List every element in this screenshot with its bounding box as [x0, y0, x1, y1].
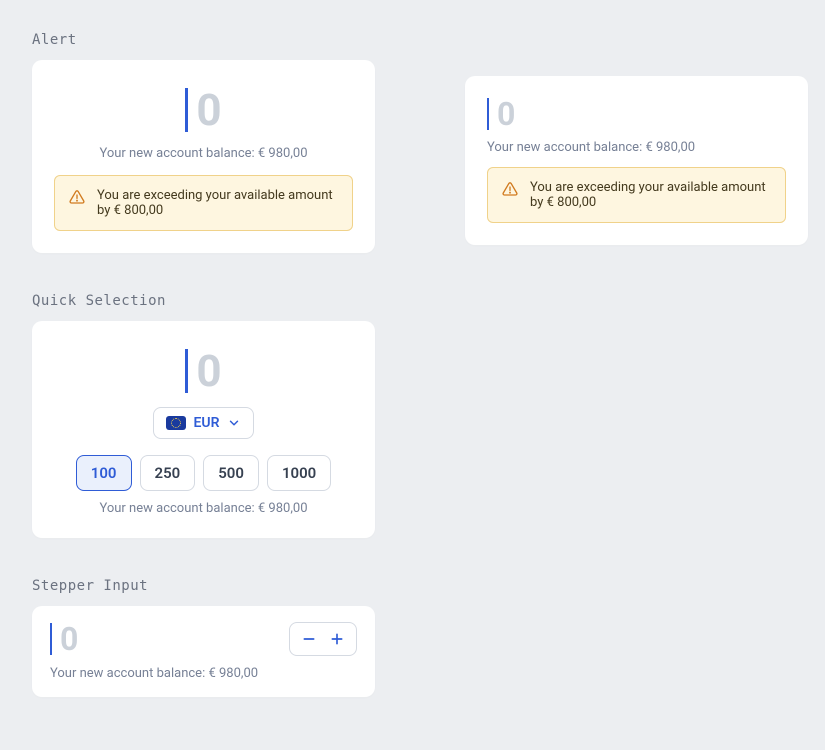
amount-input[interactable]: 0 — [487, 98, 515, 130]
warning-text: You are exceeding your available amount … — [97, 188, 338, 218]
stepper-minus-button[interactable] — [300, 630, 318, 648]
balance-line: Your new account balance: € 980,00 — [50, 666, 357, 681]
amount-card-quick: 0 EUR 100 250 500 1000 — [32, 321, 375, 538]
currency-code: EUR — [194, 415, 220, 431]
chevron-down-icon — [227, 416, 241, 430]
section-label-alert: Alert — [32, 32, 375, 48]
section-label-quick: Quick Selection — [32, 293, 793, 309]
amount-input[interactable]: 0 — [50, 623, 78, 655]
amount-input[interactable]: 0 — [185, 88, 221, 132]
balance-line: Your new account balance: € 980,00 — [54, 146, 353, 161]
stepper-plus-button[interactable] — [328, 630, 346, 648]
warning-alert: You are exceeding your available amount … — [487, 167, 786, 223]
amount-input[interactable]: 0 — [185, 349, 221, 393]
amount-card-alert: 0 Your new account balance: € 980,00 — [32, 60, 375, 253]
warning-icon — [69, 189, 85, 205]
quick-amount-button[interactable]: 250 — [140, 455, 196, 491]
amount-card-alert-compact: 0 Your new account balance: € 980,00 — [465, 76, 808, 245]
quick-amount-button[interactable]: 100 — [76, 455, 132, 491]
currency-select[interactable]: EUR — [153, 407, 255, 439]
warning-icon — [502, 181, 518, 197]
quick-amount-row: 100 250 500 1000 — [54, 455, 353, 491]
flag-eu-icon — [166, 416, 186, 430]
balance-line: Your new account balance: € 980,00 — [487, 140, 786, 155]
quick-amount-button[interactable]: 500 — [203, 455, 259, 491]
warning-alert: You are exceeding your available amount … — [54, 175, 353, 231]
quantity-stepper — [289, 622, 357, 656]
balance-line: Your new account balance: € 980,00 — [54, 501, 353, 516]
warning-text: You are exceeding your available amount … — [530, 180, 771, 210]
quick-amount-button[interactable]: 1000 — [267, 455, 331, 491]
section-label-stepper: Stepper Input — [32, 578, 793, 594]
amount-card-stepper: 0 Your new account balance: € 980,00 — [32, 606, 375, 697]
